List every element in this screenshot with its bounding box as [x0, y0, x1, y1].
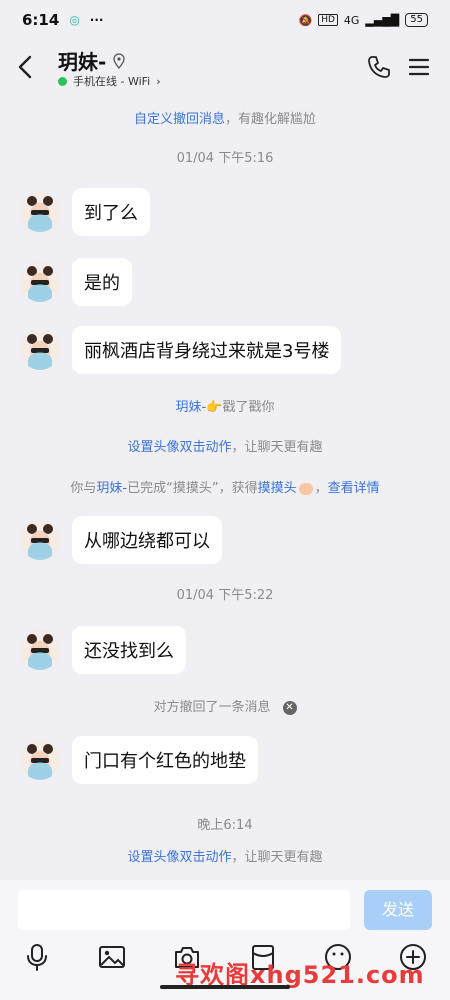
message-row: 还没找到么: [20, 626, 186, 674]
online-status[interactable]: 手机在线 - WiFi ›: [58, 73, 161, 89]
contact-title[interactable]: 玥妹-: [58, 46, 126, 75]
signal-icon: ▂▄▆█: [365, 13, 400, 27]
avatar[interactable]: [20, 262, 60, 302]
timestamp: 01/04 下午5:16: [176, 151, 274, 166]
battery-icon: 55: [405, 13, 428, 27]
more-notifications-icon: ···: [89, 13, 104, 27]
image-icon[interactable]: [97, 942, 127, 972]
achievement-suffix: ，: [314, 481, 328, 496]
mute-icon: 🔕: [298, 13, 313, 27]
back-arrow-icon[interactable]: [14, 52, 38, 82]
avatar[interactable]: [20, 520, 60, 560]
phone-call-icon[interactable]: [366, 54, 392, 80]
menu-icon[interactable]: [408, 56, 430, 78]
home-indicator[interactable]: [160, 985, 290, 989]
badge-icon: [298, 482, 313, 495]
system-tip-text: ，有趣化解尴尬: [225, 112, 317, 127]
message-bubble[interactable]: 是的: [72, 258, 132, 306]
chevron-right-icon: ›: [156, 74, 161, 88]
achievement-mid: 已完成“摸摸头”，获得: [127, 481, 258, 496]
message-row: 门口有个红色的地垫: [20, 736, 258, 784]
system-tip-text: ，让聊天更有趣: [231, 440, 323, 455]
close-icon[interactable]: ✕: [282, 700, 297, 715]
message-bubble[interactable]: 从哪边绕都可以: [72, 516, 222, 564]
location-pin-icon: [113, 52, 125, 69]
message-row: 是的: [20, 258, 132, 306]
status-time: 6:14: [22, 11, 60, 29]
message-bubble[interactable]: 丽枫酒店背身绕过来就是3号楼: [72, 326, 342, 374]
achievement-badge-link[interactable]: 摸摸头: [258, 481, 297, 496]
chat-notification-icon: ◎: [69, 13, 80, 27]
message-input[interactable]: [18, 890, 350, 930]
avatar-action-link[interactable]: 设置头像双击动作: [127, 850, 231, 865]
system-tip: 设置头像双击动作，让聊天更有趣: [0, 846, 450, 865]
achievement-prefix: 你与: [70, 481, 97, 496]
timestamp: 晚上6:14: [197, 818, 253, 833]
recall-notice: 对方撤回了一条消息 ✕: [0, 696, 450, 715]
view-details-link[interactable]: 查看详情: [328, 481, 380, 496]
poke-tip: 玥妹-👉戳了戳你: [0, 396, 450, 415]
recall-notice-text: 对方撤回了一条消息: [153, 700, 271, 715]
custom-recall-link[interactable]: 自定义撤回消息: [134, 112, 225, 127]
avatar[interactable]: [20, 630, 60, 670]
message-row: 从哪边绕都可以: [20, 516, 222, 564]
microphone-icon[interactable]: [22, 942, 52, 972]
send-button[interactable]: 发送: [364, 890, 432, 930]
message-bubble[interactable]: 门口有个红色的地垫: [72, 736, 258, 784]
message-bubble[interactable]: 还没找到么: [72, 626, 186, 674]
system-tip: 设置头像双击动作，让聊天更有趣: [0, 436, 450, 455]
avatar[interactable]: [20, 192, 60, 232]
chat-header: 玥妹- 手机在线 - WiFi ›: [0, 40, 450, 96]
message-row: 到了么: [20, 188, 150, 236]
system-tip-text: ，让聊天更有趣: [231, 850, 323, 865]
avatar-action-link[interactable]: 设置头像双击动作: [127, 440, 231, 455]
system-tip: 自定义撤回消息，有趣化解尴尬: [0, 108, 450, 127]
poke-hand-icon: 👉: [206, 400, 223, 415]
message-row: 丽枫酒店背身绕过来就是3号楼: [20, 326, 342, 374]
poke-sender-link[interactable]: 玥妹-: [176, 400, 207, 415]
message-bubble[interactable]: 到了么: [72, 188, 150, 236]
status-bar: 6:14 ◎ ··· 🔕 HD 4G ▂▄▆█ 55: [0, 0, 450, 40]
achievement-name-link[interactable]: 玥妹-: [96, 481, 127, 496]
online-dot-icon: [58, 76, 67, 86]
timestamp: 01/04 下午5:22: [176, 588, 274, 603]
network-label: 4G: [343, 13, 360, 27]
online-status-text: 手机在线 - WiFi: [73, 75, 151, 88]
contact-name: 玥妹-: [58, 50, 107, 74]
achievement-tip: 你与玥妹-已完成“摸摸头”，获得摸摸头 ，查看详情: [0, 477, 450, 496]
poke-text: 戳了戳你: [222, 400, 275, 415]
avatar[interactable]: [20, 740, 60, 780]
hd-icon: HD: [318, 14, 338, 26]
avatar[interactable]: [20, 330, 60, 370]
